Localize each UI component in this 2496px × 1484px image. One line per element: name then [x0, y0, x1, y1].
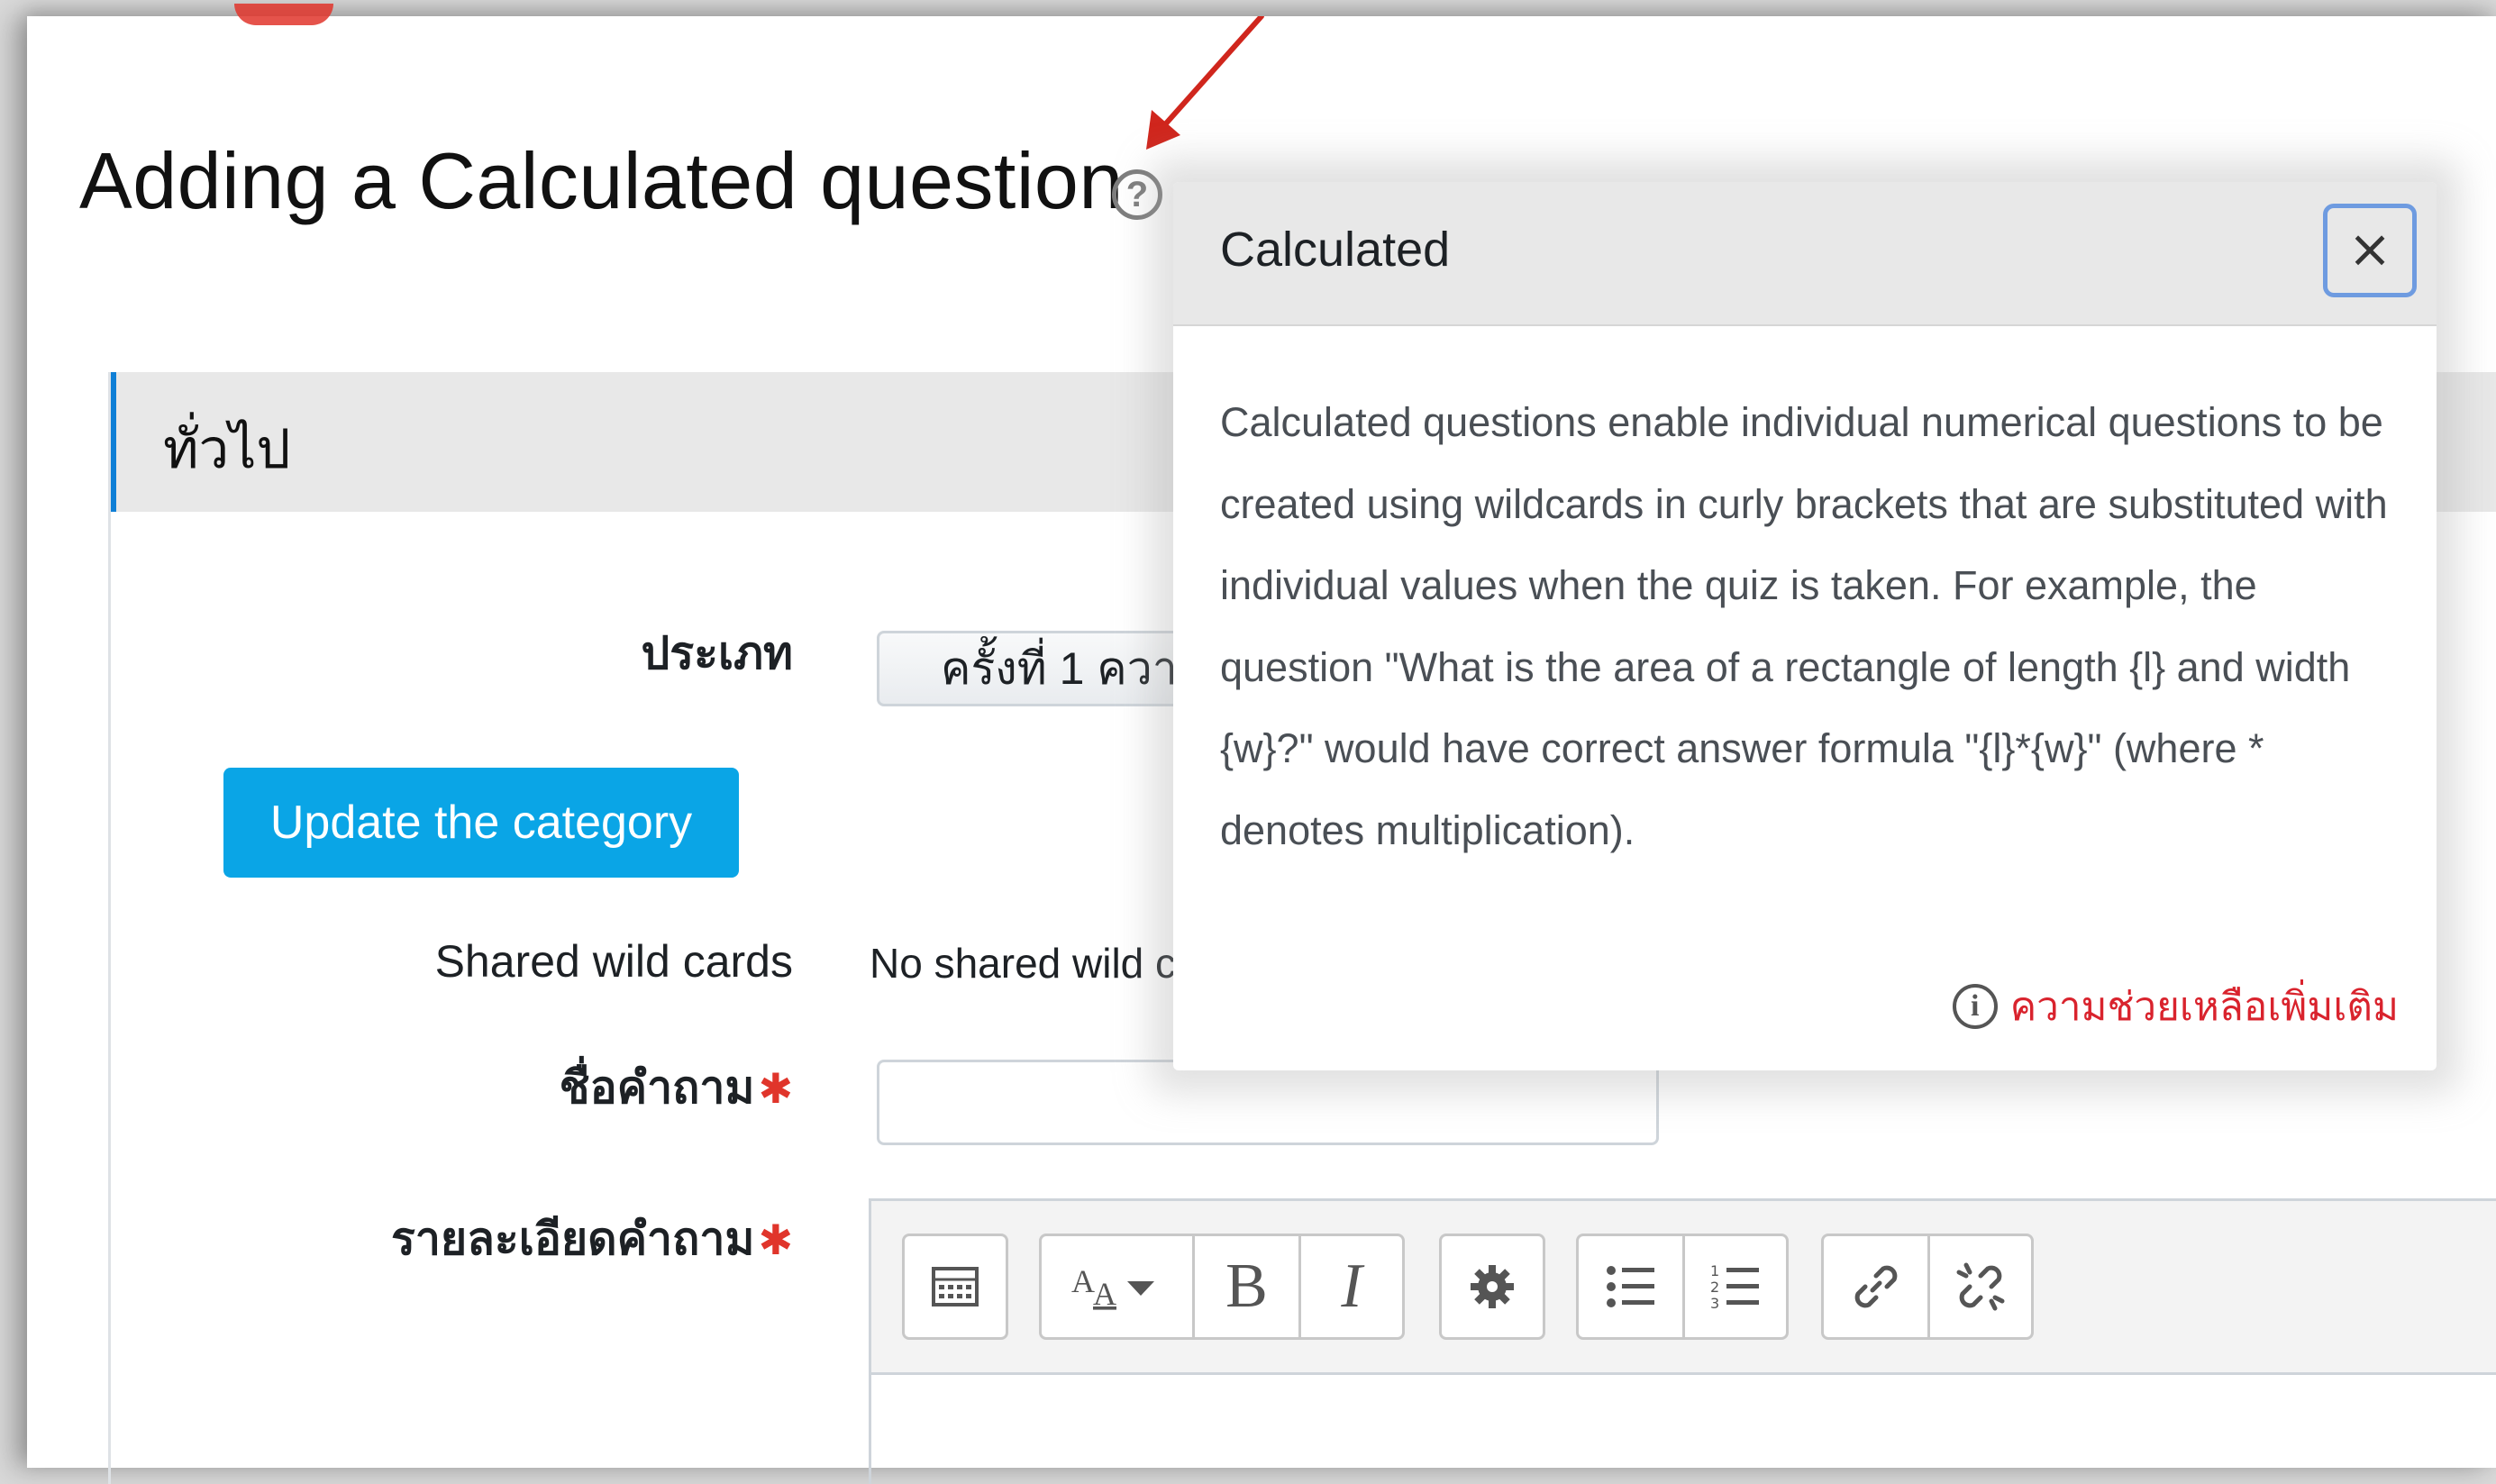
font-style-icon: A A: [1071, 1263, 1154, 1312]
more-help-label: ความช่วยเหลือเพิ่มเติม: [2009, 985, 2399, 1029]
toolbar-group-text: A A B I: [1039, 1234, 1405, 1340]
svg-text:2: 2: [1710, 1279, 1719, 1296]
unlink-icon: [1956, 1262, 2005, 1311]
toolbar-group-links: [1821, 1234, 2034, 1340]
update-category-button[interactable]: Update the category: [223, 768, 739, 878]
font-style-button[interactable]: A A: [1042, 1236, 1195, 1337]
ordered-list-button[interactable]: 123: [1685, 1236, 1786, 1337]
unlink-button[interactable]: [1930, 1236, 2031, 1337]
toolbar-group-insert: [1439, 1234, 1545, 1340]
link-icon: [1854, 1265, 1897, 1308]
equation-button[interactable]: [1442, 1236, 1543, 1337]
italic-button[interactable]: I: [1301, 1236, 1402, 1337]
shared-wildcards-value: No shared wild ca: [870, 940, 1176, 987]
popover-header: Calculated ×: [1173, 182, 2437, 326]
link-button[interactable]: [1824, 1236, 1930, 1337]
info-icon: i: [1952, 984, 1998, 1029]
question-name-input[interactable]: [877, 1060, 1659, 1145]
page-container: Adding a Calculated question ? ทั่วไป ปร…: [27, 4, 2496, 1484]
editor-toolbar: A A B I 1 2 3: [871, 1201, 2496, 1375]
svg-text:A: A: [1071, 1263, 1095, 1299]
toolbar-group-toggle: [902, 1234, 1008, 1340]
help-popover: Calculated × Calculated questions enable…: [1173, 182, 2437, 1070]
svg-text:1: 1: [1710, 1262, 1719, 1279]
annotation-arrow: [1146, 16, 1264, 150]
svg-text:A: A: [1093, 1276, 1116, 1312]
required-icon: ✱: [758, 1216, 793, 1263]
section-title: ทั่วไป: [163, 419, 291, 479]
close-icon: ×: [2347, 218, 2392, 279]
question-name-label-text: ชื่อคำถาม: [559, 1062, 755, 1113]
help-icon[interactable]: ?: [1112, 169, 1162, 220]
toolbar-toggle-button[interactable]: [905, 1236, 1006, 1337]
ordered-list-icon: 123: [1710, 1262, 1759, 1312]
shared-wildcards-label: Shared wild cards: [434, 936, 793, 987]
popover-close-button[interactable]: ×: [2323, 204, 2417, 297]
toolbar-group-lists: 123: [1576, 1234, 1789, 1340]
required-icon: ✱: [758, 1065, 793, 1112]
category-label: ประเภท: [641, 628, 793, 678]
bold-button[interactable]: B: [1195, 1236, 1301, 1337]
page-title: Adding a Calculated question: [79, 136, 1124, 225]
unordered-list-button[interactable]: [1579, 1236, 1685, 1337]
more-help-link[interactable]: i ความช่วยเหลือเพิ่มเติม: [1952, 975, 2399, 1038]
svg-text:3: 3: [1710, 1295, 1719, 1312]
question-name-label: ชื่อคำถาม✱: [560, 1052, 793, 1124]
question-text-label: รายละเอียดคำถาม✱: [391, 1204, 793, 1275]
toolbar-toggle-icon: [932, 1267, 979, 1306]
question-text-label-text: รายละเอียดคำถาม: [391, 1214, 755, 1264]
popover-body-text: Calculated questions enable individual n…: [1220, 399, 2388, 853]
unordered-list-icon: [1606, 1266, 1654, 1307]
popover-title: Calculated: [1220, 223, 1451, 277]
gear-icon: [1471, 1265, 1514, 1308]
question-text-editor: A A B I 1 2 3: [869, 1198, 2496, 1484]
decorative-corner-mark: [234, 4, 333, 25]
